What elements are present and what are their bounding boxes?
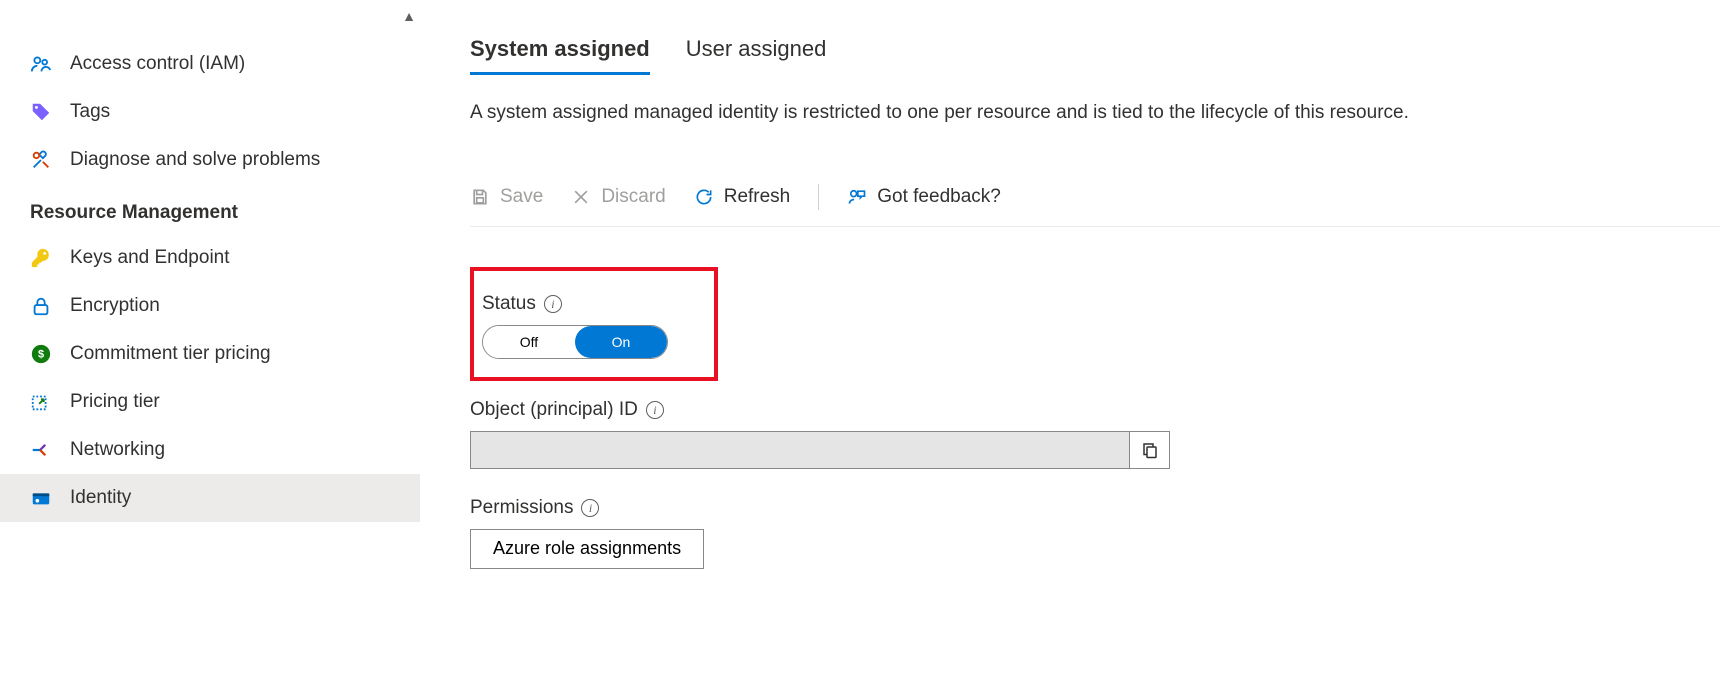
sidebar-item-label: Networking [70,439,165,461]
object-id-label: Object (principal) ID [470,399,638,421]
tag-icon [30,101,52,123]
save-icon [470,187,490,207]
identity-icon [30,487,52,509]
tab-system-assigned[interactable]: System assigned [470,36,650,75]
info-icon[interactable]: i [544,295,562,313]
save-button[interactable]: Save [470,186,543,208]
sidebar-item-commitment-tier[interactable]: $ Commitment tier pricing [0,330,420,378]
feedback-label: Got feedback? [877,186,1001,208]
copy-button[interactable] [1130,431,1170,469]
sidebar-item-pricing-tier[interactable]: Pricing tier [0,378,420,426]
command-bar: Save Discard Refresh Got feedback? [470,184,1720,227]
toolbar-separator [818,184,819,210]
sidebar-item-identity[interactable]: Identity [0,474,420,522]
sidebar-item-keys-endpoint[interactable]: Keys and Endpoint [0,234,420,282]
info-icon[interactable]: i [581,499,599,517]
status-toggle[interactable]: Off On [482,325,668,359]
status-highlight-box: Status i Off On [470,267,718,381]
sidebar-item-label: Identity [70,487,131,509]
sidebar-item-label: Diagnose and solve problems [70,149,320,171]
sidebar-item-label: Tags [70,101,110,123]
save-label: Save [500,186,543,208]
status-toggle-on[interactable]: On [575,326,667,358]
discard-label: Discard [601,186,665,208]
sidebar-group-header: Resource Management [0,184,420,234]
status-label: Status [482,293,536,315]
svg-text:$: $ [38,349,44,361]
scroll-up-arrow[interactable]: ▲ [402,8,416,24]
sidebar-item-label: Encryption [70,295,160,317]
permissions-label: Permissions [470,497,573,519]
sidebar-item-label: Keys and Endpoint [70,247,230,269]
sidebar-item-encryption[interactable]: Encryption [0,282,420,330]
refresh-label: Refresh [724,186,791,208]
azure-role-assignments-button[interactable]: Azure role assignments [470,529,704,569]
feedback-icon [847,187,867,207]
sidebar-item-label: Commitment tier pricing [70,343,271,365]
tab-description: A system assigned managed identity is re… [470,99,1720,128]
lock-icon [30,295,52,317]
refresh-icon [694,187,714,207]
permissions-label-row: Permissions i [470,497,1720,519]
network-icon [30,439,52,461]
copy-icon [1141,441,1159,459]
sidebar-item-label: Pricing tier [70,391,160,413]
feedback-button[interactable]: Got feedback? [847,186,1001,208]
tools-icon [30,149,52,171]
sidebar: ▲ Access control (IAM) Tags Diagnose and… [0,0,420,688]
status-label-row: Status i [482,293,696,315]
sidebar-item-label: Access control (IAM) [70,53,245,75]
info-icon[interactable]: i [646,401,664,419]
sidebar-item-diagnose[interactable]: Diagnose and solve problems [0,136,420,184]
object-id-label-row: Object (principal) ID i [470,399,1720,421]
status-toggle-off[interactable]: Off [483,326,575,358]
sidebar-item-networking[interactable]: Networking [0,426,420,474]
permissions-field: Permissions i Azure role assignments [470,497,1720,569]
main-panel: System assigned User assigned A system a… [420,0,1720,688]
refresh-button[interactable]: Refresh [694,186,791,208]
tab-user-assigned[interactable]: User assigned [686,36,827,75]
x-icon [571,187,591,207]
people-icon [30,53,52,75]
key-icon [30,247,52,269]
discard-button[interactable]: Discard [571,186,665,208]
object-id-field: Object (principal) ID i [470,399,1720,469]
pricing-icon [30,391,52,413]
object-id-input[interactable] [470,431,1130,469]
sidebar-item-access-control[interactable]: Access control (IAM) [0,40,420,88]
sidebar-item-tags[interactable]: Tags [0,88,420,136]
dollar-circle-icon: $ [30,343,52,365]
tab-strip: System assigned User assigned [470,36,1720,75]
